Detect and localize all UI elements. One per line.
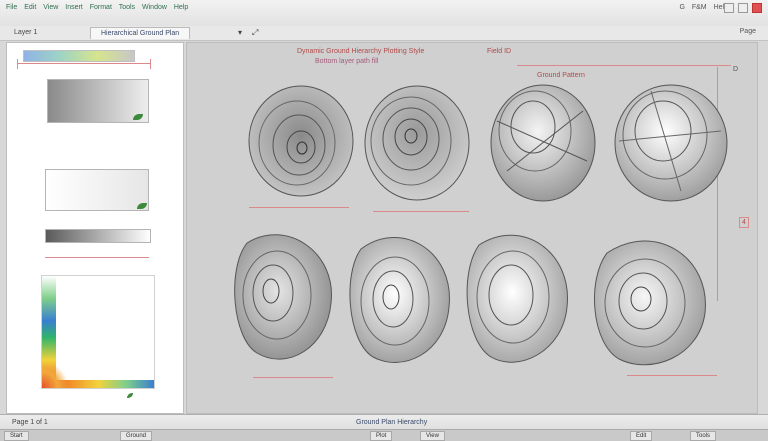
taskbar-item[interactable]: Tools	[690, 431, 717, 441]
menu-item-file[interactable]: File	[6, 4, 17, 11]
menu-item-view[interactable]: View	[43, 4, 58, 11]
leader-line	[517, 65, 731, 66]
spiral-shape[interactable]	[361, 83, 477, 205]
menu-item-window[interactable]: Window	[142, 4, 167, 11]
leaf-icon	[127, 393, 133, 398]
menu-item-help[interactable]: Help	[174, 4, 188, 11]
taskbar-item[interactable]: View	[420, 431, 445, 441]
swatch-panel	[6, 42, 184, 414]
baseline-line	[627, 375, 717, 376]
status-bar: Page 1 of 1 Ground Plan Hierarchy Start …	[0, 414, 768, 441]
minimize-button[interactable]	[724, 3, 734, 13]
spiral-shape[interactable]	[227, 223, 341, 373]
page-label: Page	[739, 28, 756, 35]
divider-line	[45, 257, 149, 258]
toolbar: Layer 1 Hierarchical Ground Plan ▾ ⤢ Pag…	[0, 26, 768, 41]
pointer-tool-icon[interactable]: ⤢	[252, 28, 258, 38]
title-label-fm[interactable]: F&M	[692, 4, 707, 11]
canvas-right-sub: Ground Pattern	[537, 72, 585, 79]
spiral-shape[interactable]	[343, 225, 457, 375]
menu-item-edit[interactable]: Edit	[24, 4, 36, 11]
color-ramp[interactable]	[23, 50, 135, 62]
canvas-right-text: Field ID	[487, 48, 512, 55]
baseline-line	[253, 377, 333, 378]
spiral-shape[interactable]	[459, 223, 575, 373]
baseline-line	[373, 211, 469, 212]
spiral-shape[interactable]	[245, 83, 361, 201]
maximize-button[interactable]	[738, 3, 748, 13]
ramp-axis	[17, 59, 151, 70]
title-bar: File Edit View Insert Format Tools Windo…	[0, 0, 768, 27]
menu-bar: File Edit View Insert Format Tools Windo…	[6, 4, 193, 11]
drawing-canvas[interactable]: Dynamic Ground Hierarchy Plotting Style …	[186, 42, 758, 414]
heatmap-swatch[interactable]	[41, 275, 155, 389]
spiral-shape[interactable]	[585, 229, 713, 375]
taskbar-item[interactable]: Ground	[120, 431, 153, 441]
close-button[interactable]	[752, 3, 762, 13]
taskbar-item[interactable]: Plot	[370, 431, 393, 441]
layer-label: Layer 1	[14, 29, 38, 36]
chevron-down-icon[interactable]: ▾	[238, 28, 242, 37]
baseline-line	[249, 207, 349, 208]
tab-ground-plan[interactable]: Hierarchical Ground Plan	[90, 27, 191, 39]
dark-gradient-bar[interactable]	[45, 229, 151, 243]
canvas-header-sub: Bottom layer path fill	[315, 58, 379, 65]
menu-item-format[interactable]: Format	[90, 4, 112, 11]
taskbar-start-button[interactable]: Start	[4, 431, 29, 441]
title-label-g[interactable]: G	[679, 4, 684, 11]
white-gradient-swatch[interactable]	[45, 169, 149, 211]
status-center-text: Ground Plan Hierarchy	[356, 419, 428, 426]
heatmap-corner	[42, 366, 70, 388]
menu-item-tools[interactable]: Tools	[119, 4, 135, 11]
spiral-shape[interactable]	[487, 81, 601, 207]
title-right-labels: G F&M Help	[674, 4, 728, 11]
menu-item-insert[interactable]: Insert	[65, 4, 83, 11]
canvas-header-text: Dynamic Ground Hierarchy Plotting Style	[297, 48, 425, 55]
window-controls	[724, 3, 762, 13]
canvas-side-label: D	[733, 66, 739, 73]
marker-box[interactable]: 4	[739, 217, 749, 228]
taskbar-item[interactable]: Edit	[630, 431, 653, 441]
status-left-text: Page 1 of 1	[12, 419, 48, 426]
spiral-shape[interactable]	[611, 81, 733, 205]
